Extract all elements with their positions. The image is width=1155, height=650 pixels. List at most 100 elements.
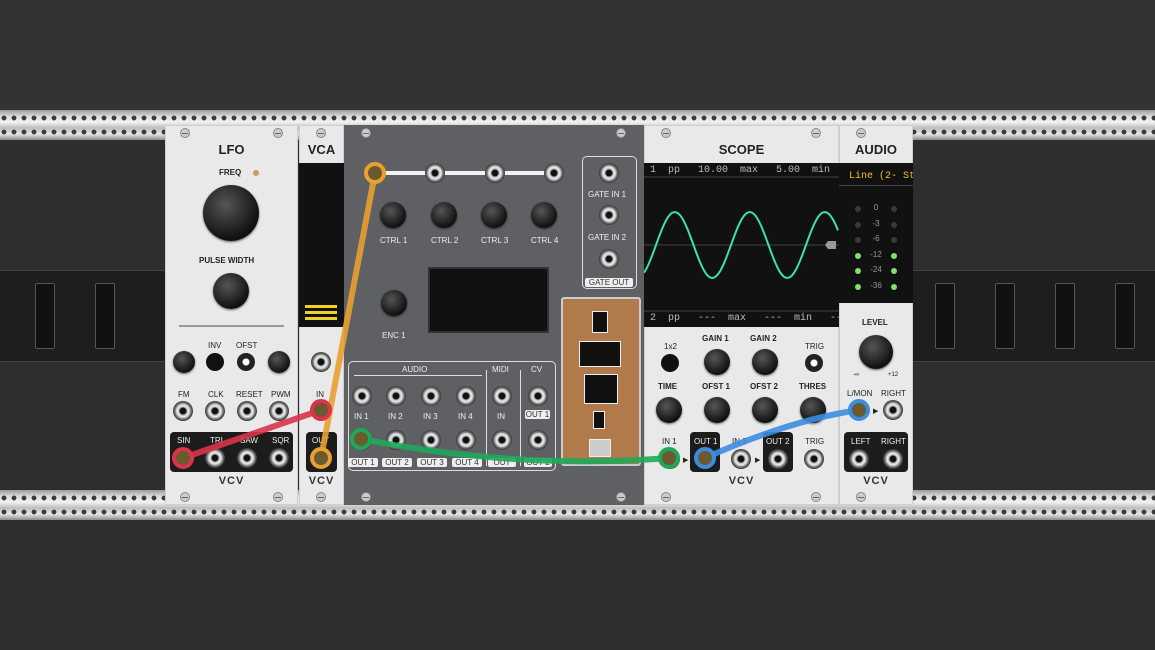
- tri-label: TRI: [210, 436, 223, 445]
- audio-out3-jack[interactable]: [421, 430, 441, 450]
- scope-in1-jack[interactable]: [660, 449, 680, 469]
- meter-label: 0: [873, 203, 879, 212]
- meter-label: -24: [870, 265, 882, 274]
- tri-output-jack[interactable]: [205, 448, 225, 468]
- vca-cv-input-jack[interactable]: [311, 352, 331, 372]
- audio-device-name[interactable]: Line (2- St: [849, 171, 913, 182]
- level-knob[interactable]: [856, 332, 896, 372]
- level-label: LEVEL: [862, 318, 888, 327]
- sqr-output-jack[interactable]: [269, 448, 289, 468]
- audio-out1-jack[interactable]: [352, 430, 372, 450]
- vca-module[interactable]: VCA IN OUT VCV: [299, 125, 344, 505]
- vcv-logo: VCV: [218, 475, 245, 487]
- audio-out2-label: OUT 2: [382, 458, 412, 467]
- midi-out-jack[interactable]: [492, 430, 512, 450]
- scope-title: SCOPE: [718, 142, 765, 157]
- clk-label: CLK: [208, 390, 224, 399]
- left-output-jack[interactable]: [849, 449, 869, 469]
- screw-icon: [661, 128, 671, 138]
- reset-input-jack[interactable]: [237, 401, 257, 421]
- audio-out2-jack[interactable]: [386, 430, 406, 450]
- io-expander-module[interactable]: CTRL 1 CTRL 2 CTRL 3 CTRL 4 ENC 1 GATE I…: [344, 125, 644, 505]
- lfo-module[interactable]: LFO FREQ PULSE WIDTH INV OFST FM CLK RES…: [165, 125, 298, 505]
- fm-knob[interactable]: [170, 348, 198, 376]
- scope-display[interactable]: 1 pp 10.00 max 5.00 min -5.00 2 pp --- m…: [644, 163, 872, 327]
- gate-in2-label: GATE IN 2: [588, 233, 627, 242]
- gate-out-jack[interactable]: [599, 249, 619, 269]
- cv-out2-jack[interactable]: [528, 430, 548, 450]
- scope-module[interactable]: SCOPE 1 pp 10.00 max 5.00 min -5.00 2 pp…: [644, 125, 872, 505]
- scope-grid: [644, 176, 839, 312]
- thres-label: THRES: [799, 382, 827, 391]
- audio-module[interactable]: AUDIO Line (2- St 0 -3 -6 -12 -24 -36 LEVEL -…: [839, 125, 913, 505]
- scope-in2-label: IN 2: [732, 437, 747, 446]
- ctrl2-label: CTRL 2: [431, 236, 459, 245]
- audio-in2-jack[interactable]: [386, 386, 406, 406]
- ofst-button[interactable]: [237, 353, 255, 371]
- level-max-label: +12: [888, 372, 899, 378]
- pwm-knob[interactable]: [265, 348, 293, 376]
- right-output-jack[interactable]: [883, 449, 903, 469]
- right-input-jack[interactable]: [883, 400, 903, 420]
- audio-in1-jack[interactable]: [352, 386, 372, 406]
- ctrl1-knob[interactable]: [377, 199, 409, 231]
- enc1-knob[interactable]: [378, 287, 410, 319]
- scope-in2-jack[interactable]: [731, 449, 751, 469]
- gate-in2-jack[interactable]: [599, 205, 619, 225]
- trig-button[interactable]: [805, 354, 823, 372]
- ctrl4-jack[interactable]: [544, 163, 564, 183]
- ctrl1-jack[interactable]: [365, 163, 385, 183]
- vca-in-jack[interactable]: [311, 401, 331, 421]
- thres-knob[interactable]: [797, 394, 829, 426]
- trig-label: TRIG: [805, 342, 825, 351]
- vcv-logo: VCV: [863, 475, 889, 487]
- ctrl2-jack[interactable]: [425, 163, 445, 183]
- inv-button[interactable]: [206, 353, 224, 371]
- meter-row: -6: [839, 234, 913, 246]
- cv-out1-jack[interactable]: [528, 386, 548, 406]
- vca-out-label: OUT: [312, 436, 329, 445]
- pulse-width-knob[interactable]: [210, 270, 252, 312]
- x1x2-button[interactable]: [661, 354, 679, 372]
- vca-slider-track[interactable]: [299, 163, 344, 327]
- gate-out-label: GATE OUT: [585, 278, 633, 287]
- arrow-right-icon: ▶: [683, 457, 689, 464]
- gain2-knob[interactable]: [749, 346, 781, 378]
- divider: [179, 325, 284, 327]
- audio-in4-jack[interactable]: [456, 386, 476, 406]
- time-knob[interactable]: [653, 394, 685, 426]
- gain1-knob[interactable]: [701, 346, 733, 378]
- vca-slider-handle[interactable]: [305, 305, 337, 308]
- enc1-label: ENC 1: [382, 331, 406, 340]
- brown-panel: [561, 297, 641, 466]
- gate-in1-jack[interactable]: [599, 163, 619, 183]
- sqr-label: SQR: [272, 436, 290, 445]
- ctrl3-knob[interactable]: [478, 199, 510, 231]
- scope-out1-jack[interactable]: [695, 449, 715, 469]
- ctrl3-jack[interactable]: [485, 163, 505, 183]
- fm-input-jack[interactable]: [173, 401, 193, 421]
- ofst1-knob[interactable]: [701, 394, 733, 426]
- fm-label: FM: [178, 390, 190, 399]
- audio-out4-jack[interactable]: [456, 430, 476, 450]
- cv-out2-label: OUT 2: [524, 458, 552, 467]
- pwm-input-jack[interactable]: [269, 401, 289, 421]
- clk-input-jack[interactable]: [205, 401, 225, 421]
- vca-out-jack[interactable]: [311, 448, 331, 468]
- audio-in2-label: IN 2: [388, 412, 403, 421]
- scope-trig-jack[interactable]: [804, 449, 824, 469]
- sin-output-jack[interactable]: [173, 448, 193, 468]
- ctrl4-knob[interactable]: [528, 199, 560, 231]
- lmon-input-jack[interactable]: [849, 400, 869, 420]
- saw-output-jack[interactable]: [237, 448, 257, 468]
- ofst2-knob[interactable]: [749, 394, 781, 426]
- audio-in3-label: IN 3: [423, 412, 438, 421]
- scope-out2-jack[interactable]: [768, 449, 788, 469]
- midi-in-jack[interactable]: [492, 386, 512, 406]
- ofst-label: OFST: [236, 341, 258, 350]
- midi-out-label: OUT: [488, 458, 516, 467]
- audio-in3-jack[interactable]: [421, 386, 441, 406]
- ctrl2-knob[interactable]: [428, 199, 460, 231]
- screw-icon: [361, 128, 371, 138]
- freq-knob[interactable]: [200, 182, 262, 244]
